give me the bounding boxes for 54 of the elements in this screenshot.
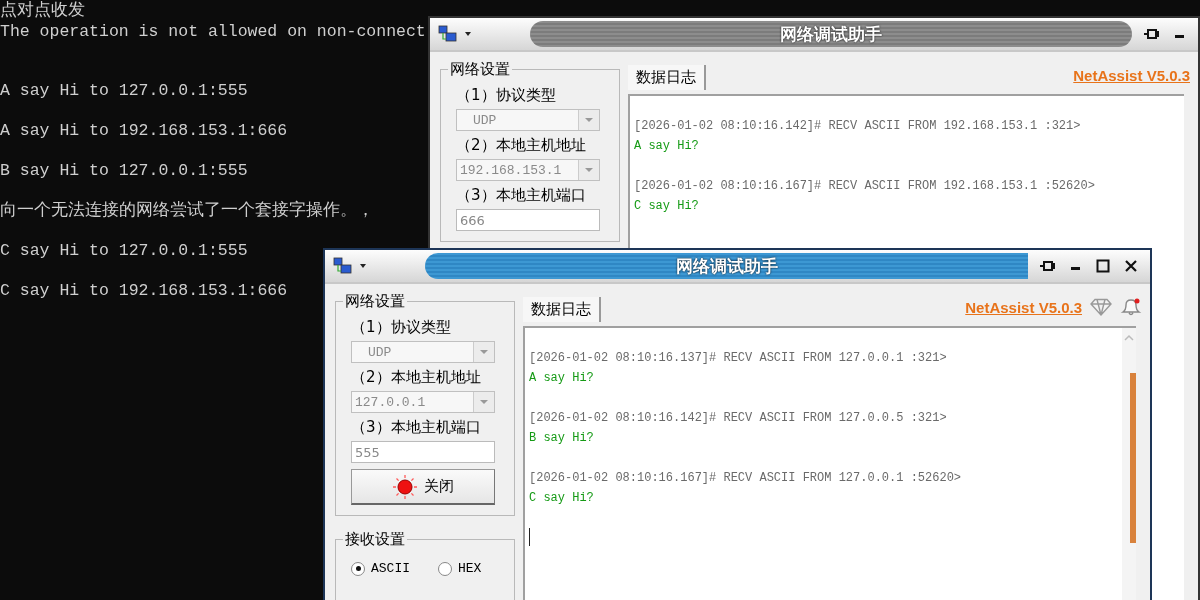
field-label: （2）本地主机地址 [456,136,587,155]
log-header: [2026-01-02 08:10:16.137]# RECV ASCII FROM 127.0.0.1 :321> [529,350,948,367]
text-cursor [529,528,530,546]
console-line: A say Hi to 127.0.0.1:555 [0,80,248,101]
network-computers-icon [333,257,352,275]
console-line: 点对点收发 [0,0,85,21]
log-message: A say Hi? [634,138,700,155]
radio-option[interactable]: ASCII [351,561,410,576]
field-label: （1）协议类型 [351,318,452,337]
port-input-field[interactable]: 555 [351,441,495,463]
log-header: [2026-01-02 08:10:16.167]# RECV ASCII FROM 192.168.153.1 :52620> [634,178,1096,195]
window-title: 网络调试助手 [675,254,778,278]
field-label: （3）本地主机端口 [456,186,587,205]
console-line: The operation is not allowed on non-connect [0,21,426,42]
console-line: C say Hi to 192.168.153.1:666 [0,280,288,301]
log-header: [2026-01-02 08:10:16.142]# RECV ASCII FROM 192.168.153.1 :321> [634,118,1082,135]
log-message: C say Hi? [529,490,595,507]
console-line: 向一个无法连接的网络尝试了一个套接字操作。， [0,200,374,221]
caret-icon [479,349,489,355]
caret-icon [584,167,594,173]
caret-icon [479,399,489,405]
scrollbar[interactable] [1122,328,1136,600]
radio-option[interactable]: HEX [438,561,482,576]
caret-icon [584,117,594,123]
field-label: （1）协议类型 [456,86,557,105]
log-message: C say Hi? [634,198,700,215]
maximize-icon[interactable] [1096,259,1110,273]
host-address-dropdown[interactable]: 127.0.0.1 [351,391,495,413]
console-line: C say Hi to 127.0.0.1:555 [0,240,248,261]
scrollbar-thumb[interactable] [1130,373,1136,543]
field-label: （3）本地主机端口 [351,418,482,437]
indicator-light-icon [392,473,418,500]
field-label: （2）本地主机地址 [351,368,482,387]
log-message: A say Hi? [529,370,595,387]
group-title: 网络设置 [344,292,406,311]
diamond-icon[interactable] [1090,298,1112,316]
console-line: B say Hi to 127.0.0.1:555 [0,160,248,181]
close-icon[interactable] [1124,259,1138,273]
pin-icon[interactable] [1038,259,1056,273]
protocol-dropdown[interactable]: UDP [351,341,495,363]
group-title: 网络设置 [449,60,511,79]
log-header: [2026-01-02 08:10:16.142]# RECV ASCII FROM 127.0.0.5 :321> [529,410,948,427]
log-message: B say Hi? [529,430,595,447]
log-header: [2026-01-02 08:10:16.167]# RECV ASCII FROM 127.0.0.1 :52620> [529,470,963,487]
console-line: A say Hi to 192.168.153.1:666 [0,120,288,141]
bell-icon[interactable] [1120,297,1142,317]
close-connection-button[interactable]: 关闭 [351,469,495,505]
data-log-tab[interactable]: 数据日志 [523,297,601,322]
caret-icon [359,263,367,269]
network-computers-icon [438,25,457,43]
caret-icon [464,31,472,37]
window-title: 网络调试助手 [780,22,882,46]
group-title: 接收设置 [344,530,406,549]
version-link[interactable]: NetAssist V5.0.3 [965,298,1082,316]
